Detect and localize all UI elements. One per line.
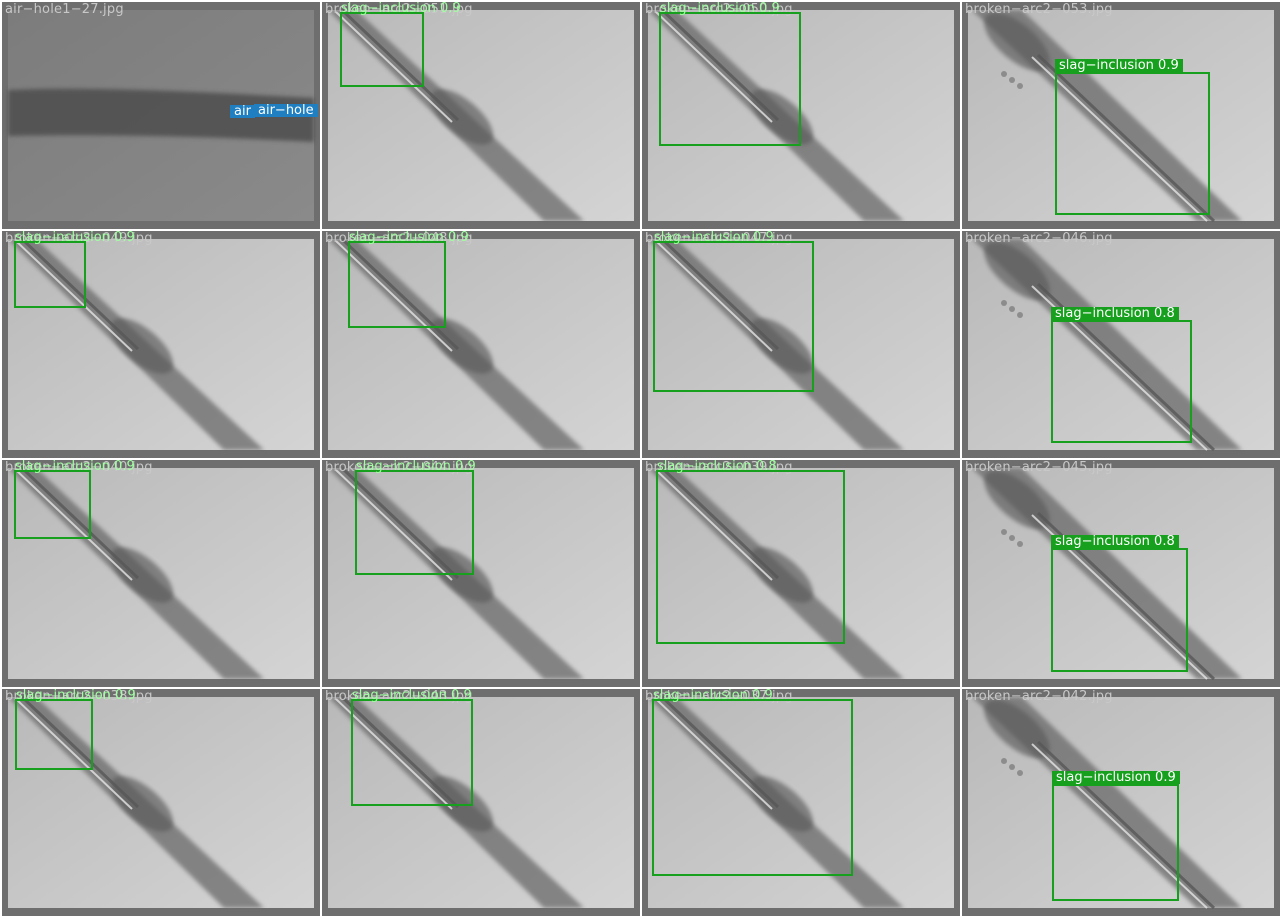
- spatter-dot: [1009, 77, 1015, 83]
- detection-box: [340, 12, 424, 87]
- detection-box: [14, 470, 91, 539]
- spatter-dot: [1009, 535, 1015, 541]
- image-tile: broken−arc2−049.jpg slag−inclusion 0.9: [2, 231, 320, 458]
- detection-label: slag−inclusion 0.8: [1051, 535, 1179, 548]
- image-tile: broken−arc2−046.jpg slag−inclusion 0.8: [962, 231, 1280, 458]
- detection-box: [1052, 784, 1179, 901]
- detection-box: [659, 12, 801, 146]
- image-tile: broken−arc2−040.jpg slag−inclusion 0.9: [2, 460, 320, 687]
- filename-label: broken−arc2−046.jpg: [965, 231, 1113, 246]
- image-tile: broken−arc2−053.jpg slag−inclusion 0.9: [962, 2, 1280, 229]
- detection-label: slag−inclusion 0.9: [15, 231, 135, 245]
- spatter-dot: [1017, 541, 1023, 547]
- filename-label: broken−arc2−053.jpg: [965, 2, 1113, 17]
- detection-label: air−hole: [254, 104, 318, 117]
- detection-label: slag−inclusion 0.9: [356, 460, 476, 474]
- detection-label: slag−inclusion 0.9: [660, 2, 780, 16]
- detection-label: slag−inclusion 0.9: [352, 689, 472, 703]
- detection-label: slag−inclusion 0.8: [1051, 307, 1179, 320]
- image-tile: broken−arc2−044.jpg slag−inclusion 0.9: [322, 460, 640, 687]
- spatter-dot: [1001, 71, 1007, 77]
- detection-box: [348, 241, 446, 328]
- detection-label: slag−inclusion 0.9: [1052, 771, 1180, 784]
- image-tile: broken−arc2−047.jpg slag−inclusion 0.9: [642, 231, 960, 458]
- detection-label: slag−inclusion 0.9: [15, 460, 135, 474]
- image-tile: broken−arc2−043.jpg slag−inclusion 0.9: [322, 689, 640, 916]
- image-tile: broken−arc2−038.jpg slag−inclusion 0.9: [2, 689, 320, 916]
- image-tile: broken−arc2−039.jpg slag−inclusion 0.8: [642, 460, 960, 687]
- filename-label: air−hole1−27.jpg: [5, 2, 124, 17]
- image-tile: broken−arc2−042.jpg slag−inclusion 0.9: [962, 689, 1280, 916]
- detection-box: [652, 699, 853, 876]
- filename-label: broken−arc2−045.jpg: [965, 460, 1113, 475]
- spatter-dot: [1001, 758, 1007, 764]
- image-tile: broken−arc2−045.jpg slag−inclusion 0.8: [962, 460, 1280, 687]
- spatter-dot: [1017, 312, 1023, 318]
- detection-box: [355, 470, 474, 575]
- image-tile: broken−arc2−048.jpg slag−inclusion 0.9: [322, 231, 640, 458]
- detection-box: [15, 699, 93, 770]
- detection-label: air: [230, 105, 255, 118]
- detection-box: [14, 241, 86, 308]
- image-tile: broken−arc2−050.jpg slag−inclusion 0.9: [642, 2, 960, 229]
- detection-label: slag−inclusion 0.9: [1055, 59, 1183, 72]
- spatter-dot: [1009, 764, 1015, 770]
- spatter-dot: [1017, 83, 1023, 89]
- detection-box: [653, 241, 814, 392]
- detection-box: [1055, 72, 1210, 215]
- detection-box: [1051, 548, 1188, 672]
- spatter-dot: [1001, 300, 1007, 306]
- detection-label: slag−inclusion 0.9: [341, 2, 461, 16]
- detection-label: slag−inclusion 0.9: [654, 231, 774, 245]
- detection-label: slag−inclusion 0.9: [349, 231, 469, 245]
- spatter-dot: [1017, 770, 1023, 776]
- filename-label: broken−arc2−042.jpg: [965, 689, 1113, 704]
- image-tile: broken−arc2−051.jpg slag−inclusion 0.9: [322, 2, 640, 229]
- detection-label: slag−inclusion 0.8: [657, 460, 777, 474]
- image-tile: broken−arc2−037.jpg slag−inclusion 0.9: [642, 689, 960, 916]
- detection-mosaic: air−hole1−27.jpg air air−hole broken−arc2−0…: [0, 0, 1280, 916]
- image-tile: air−hole1−27.jpg air air−hole: [2, 2, 320, 229]
- spatter-dot: [1001, 529, 1007, 535]
- detection-label: slag−inclusion 0.9: [16, 689, 136, 703]
- detection-box: [351, 699, 473, 806]
- detection-box: [656, 470, 845, 644]
- detection-label: slag−inclusion 0.9: [653, 689, 773, 703]
- spatter-dot: [1009, 306, 1015, 312]
- detection-box: [1051, 320, 1192, 443]
